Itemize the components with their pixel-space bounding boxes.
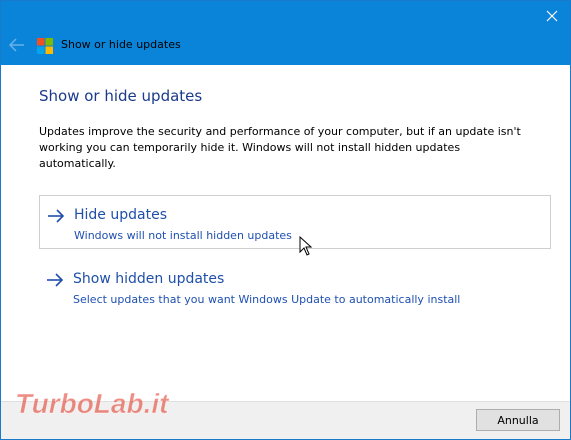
content-area: Show or hide updates Updates improve the… <box>1 65 570 401</box>
hide-updates-title: Hide updates <box>74 207 167 223</box>
windows-logo-icon <box>37 38 53 54</box>
cancel-button[interactable]: Annulla <box>476 409 560 431</box>
watermark-text: TurboLab.it <box>15 388 170 419</box>
close-button[interactable] <box>534 1 570 31</box>
hide-updates-subtitle: Windows will not install hidden updates <box>74 229 292 242</box>
mouse-cursor-icon <box>299 236 313 256</box>
page-heading: Show or hide updates <box>39 87 203 105</box>
window-title: Show or hide updates <box>61 38 181 51</box>
turbolab-watermark-logo: TurboLab.it <box>15 388 171 420</box>
arrow-right-icon <box>47 273 64 287</box>
title-bar: Show or hide updates <box>1 1 570 65</box>
show-hidden-updates-subtitle: Select updates that you want Windows Upd… <box>73 293 461 306</box>
back-arrow-icon[interactable] <box>7 37 27 53</box>
show-hidden-updates-title: Show hidden updates <box>73 271 225 287</box>
page-description: Updates improve the security and perform… <box>39 125 521 170</box>
show-hidden-updates-option[interactable]: Show hidden updates Select updates that … <box>39 260 551 314</box>
arrow-right-icon <box>48 209 65 223</box>
hide-updates-option[interactable]: Hide updates Windows will not install hi… <box>39 195 551 249</box>
close-icon <box>546 10 558 22</box>
dialog-window: Show or hide updates Show or hide update… <box>0 0 571 440</box>
